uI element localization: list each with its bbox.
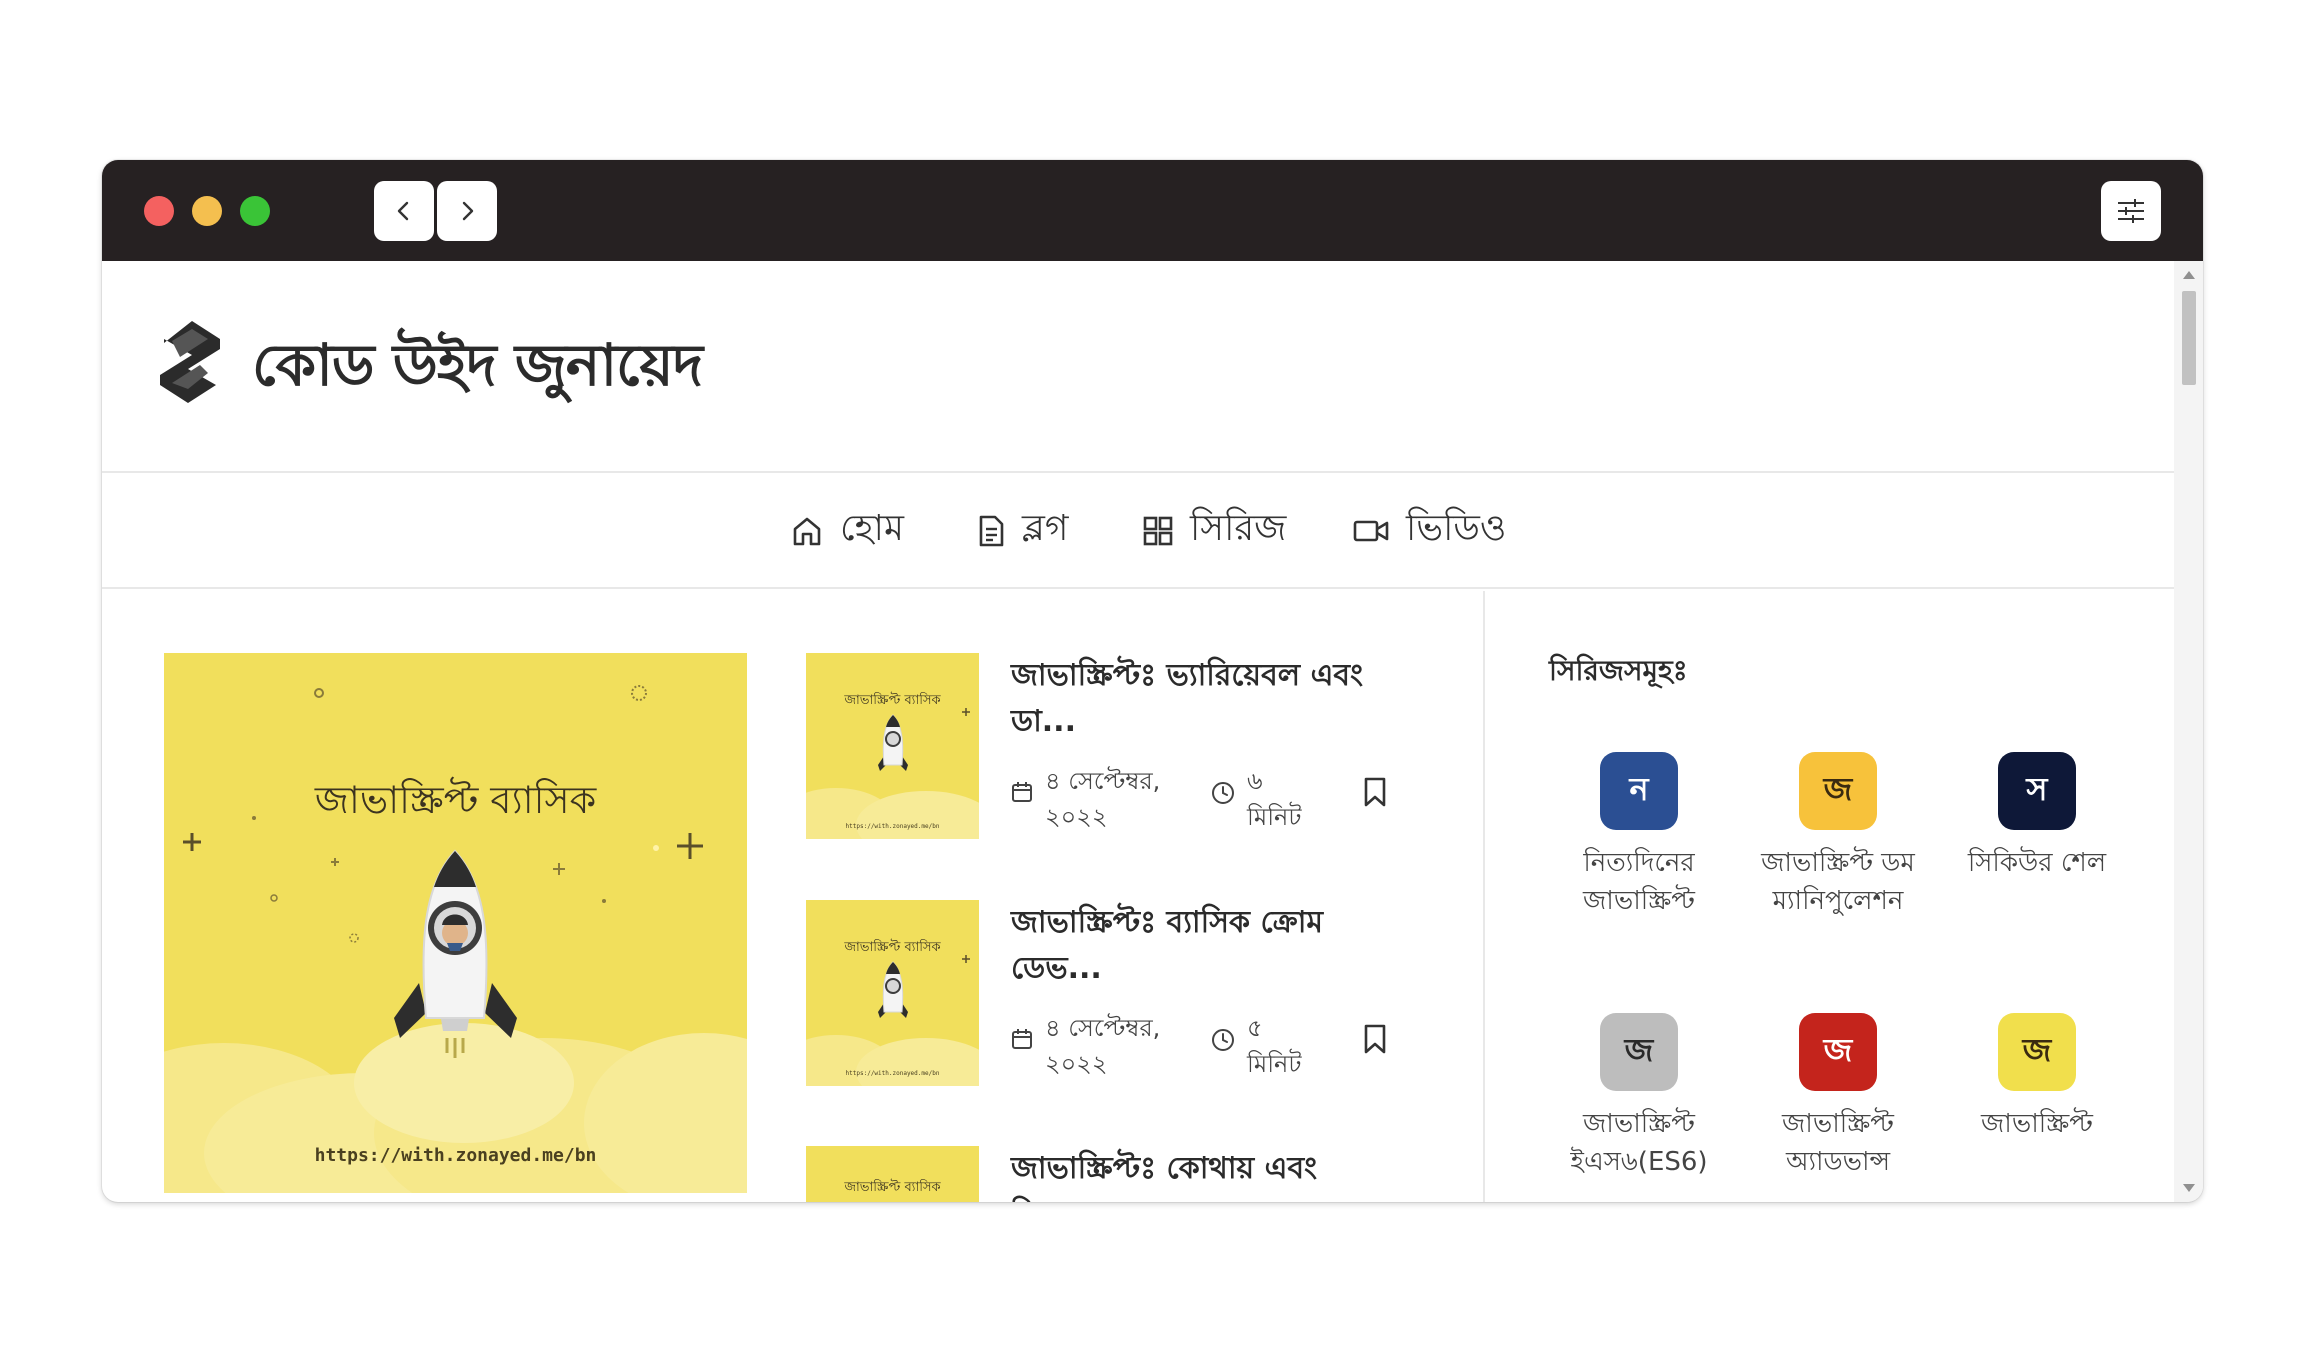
post-title[interactable]: জাভাস্ক্রিপ্টঃ কোথায় এবং কিভাবে: [1011, 1146, 1411, 1202]
thumbnail-label: জাভাস্ক্রিপ্ট ব্যাসিক: [844, 1180, 941, 1195]
sliders-icon: [2118, 199, 2144, 223]
post-thumbnail[interactable]: জাভাস্ক্রিপ্ট ব্যাসিক https://with.zonay…: [806, 653, 979, 839]
series-label: নিত্যদিনের জাভাস্ক্রিপ্ট: [1583, 848, 1695, 916]
scroll-thumb[interactable]: [2182, 291, 2196, 385]
settings-button[interactable]: [2101, 181, 2161, 241]
rocket-thumbnail-icon: [806, 708, 979, 839]
scroll-up-arrow-icon[interactable]: [2183, 271, 2195, 279]
post-meta: ৪ সেপ্টেম্বর, ২০২২ ৬ মিনিট: [1011, 763, 1411, 833]
post-thumbnail[interactable]: জাভাস্ক্রিপ্ট ব্যাসিক: [806, 1146, 979, 1202]
rocket-illustration: [164, 685, 747, 1193]
series-item[interactable]: ন নিত্যদিনের জাভাস্ক্রিপ্ট: [1539, 752, 1739, 920]
browser-window: কোড উইদ জুনায়েদ হোম ব্লগ সিরিজ ভিডিও জা…: [102, 160, 2203, 1202]
rocket-thumbnail-icon: [806, 955, 979, 1086]
post-item[interactable]: জাভাস্ক্রিপ্ট ব্যাসিক জাভাস্ক্রিপ্টঃ কোথ…: [806, 1146, 1426, 1202]
minimize-window-button[interactable]: [192, 196, 222, 226]
sidebar-title: সিরিজসমূহঃ: [1549, 654, 1688, 687]
grid-icon: [1143, 516, 1173, 546]
title-bar: [102, 160, 2203, 261]
post-title[interactable]: জাভাস্ক্রিপ্টঃ ব্যাসিক ক্রোম ডেভ...: [1011, 900, 1411, 992]
series-badge: ন: [1600, 752, 1678, 830]
site-title[interactable]: কোড উইদ জুনায়েদ: [252, 321, 703, 418]
series-label: জাভাস্ক্রিপ্ট ডম ম্যানিপুলেশন: [1761, 848, 1915, 916]
nav-item-video[interactable]: ভিডিও: [1352, 503, 1506, 559]
series-label: জাভাস্ক্রিপ্ট অ্যাডভান্স: [1782, 1109, 1894, 1177]
post-thumbnail[interactable]: জাভাস্ক্রিপ্ট ব্যাসিক https://with.zonay…: [806, 900, 979, 1086]
series-sidebar: সিরিজসমূহঃ ন নিত্যদিনের জাভাস্ক্রিপ্ট জ …: [1487, 591, 2174, 1202]
thumbnail-url: https://with.zonayed.me/bn: [845, 1070, 940, 1077]
scroll-down-arrow-icon[interactable]: [2183, 1184, 2195, 1192]
post-read-time-text: ৫ মিনিট: [1247, 1014, 1302, 1078]
clock-icon: [1212, 782, 1234, 804]
thumbnail-label: জাভাস্ক্রিপ্ট ব্যাসিক: [844, 693, 941, 708]
series-label: জাভাস্ক্রিপ্ট ইএস৬(ES6): [1570, 1109, 1708, 1177]
post-date-text: ৪ সেপ্টেম্বর, ২০২২: [1045, 1014, 1161, 1078]
series-label: সিকিউর শেল: [1967, 848, 2107, 878]
thumbnail-label: জাভাস্ক্রিপ্ট ব্যাসিক: [844, 940, 941, 955]
post-title[interactable]: জাভাস্ক্রিপ্টঃ ভ্যারিয়েবল এবং ডা...: [1011, 653, 1411, 745]
series-badge: স: [1998, 752, 2076, 830]
post-read-time: ৬ মিনিট: [1211, 763, 1317, 835]
nav-item-home[interactable]: হোম: [790, 503, 904, 559]
nav-item-label: সিরিজ: [1190, 508, 1287, 549]
calendar-icon: [1012, 782, 1032, 802]
featured-post-url: https://with.zonayed.me/bn: [314, 1145, 597, 1166]
video-icon: [1353, 520, 1389, 542]
bookmark-icon[interactable]: [1363, 777, 1387, 807]
maximize-window-button[interactable]: [240, 196, 270, 226]
series-label: জাভাস্ক্রিপ্ট: [1981, 1109, 2093, 1139]
nav-item-blog[interactable]: ব্লগ: [976, 503, 1069, 559]
post-item[interactable]: জাভাস্ক্রিপ্ট ব্যাসিক https://with.zonay…: [806, 653, 1426, 843]
posts-section: জাভাস্ক্রিপ্ট ব্যাসিক https://with.zonay…: [102, 591, 1485, 1202]
featured-post-image[interactable]: জাভাস্ক্রিপ্ট ব্যাসিক https://with.zonay…: [164, 653, 747, 1193]
vertical-scrollbar[interactable]: [2174, 261, 2203, 1202]
nav-item-label: হোম: [840, 508, 904, 549]
post-read-time: ৫ মিনিট: [1211, 1010, 1317, 1082]
back-button[interactable]: [374, 181, 434, 241]
main-navigation: হোম ব্লগ সিরিজ ভিডিও: [102, 473, 2174, 589]
page-content: কোড উইদ জুনায়েদ হোম ব্লগ সিরিজ ভিডিও জা…: [102, 261, 2174, 1202]
chevron-left-icon: [397, 201, 409, 221]
series-item[interactable]: জ জাভাস্ক্রিপ্ট ইএস৬(ES6): [1539, 1013, 1739, 1181]
post-item[interactable]: জাভাস্ক্রিপ্ট ব্যাসিক https://with.zonay…: [806, 900, 1426, 1090]
calendar-icon: [1012, 1029, 1032, 1049]
post-date-text: ৪ সেপ্টেম্বর, ২০২২: [1045, 767, 1161, 831]
series-badge: জ: [1998, 1013, 2076, 1091]
series-item[interactable]: জ জাভাস্ক্রিপ্ট ডম ম্যানিপুলেশন: [1738, 752, 1938, 920]
post-date: ৪ সেপ্টেম্বর, ২০২২: [1011, 763, 1165, 835]
series-badge: জ: [1600, 1013, 1678, 1091]
site-logo-icon[interactable]: [158, 317, 224, 405]
series-item[interactable]: জ জাভাস্ক্রিপ্ট: [1937, 1013, 2137, 1143]
document-icon: [979, 515, 1004, 547]
series-badge: জ: [1799, 752, 1877, 830]
nav-item-series[interactable]: সিরিজ: [1142, 503, 1286, 559]
series-item[interactable]: স সিকিউর শেল: [1937, 752, 2137, 882]
chevron-right-icon: [462, 201, 474, 221]
post-read-time-text: ৬ মিনিট: [1247, 767, 1302, 831]
nav-item-label: ভিডিও: [1406, 508, 1507, 549]
nav-item-label: ব্লগ: [1022, 508, 1069, 549]
featured-post-title: জাভাস্ক্রিপ্ট ব্যাসিক: [314, 778, 597, 822]
clock-icon: [1212, 1029, 1234, 1051]
close-window-button[interactable]: [144, 196, 174, 226]
home-icon: [793, 517, 821, 546]
site-header: কোড উইদ জুনায়েদ: [102, 261, 2174, 473]
bookmark-icon[interactable]: [1363, 1024, 1387, 1054]
series-item[interactable]: জ জাভাস্ক্রিপ্ট অ্যাডভান্স: [1738, 1013, 1938, 1181]
post-meta: ৪ সেপ্টেম্বর, ২০২২ ৫ মিনিট: [1011, 1010, 1411, 1080]
series-badge: জ: [1799, 1013, 1877, 1091]
thumbnail-url: https://with.zonayed.me/bn: [845, 823, 940, 830]
page-viewport: কোড উইদ জুনায়েদ হোম ব্লগ সিরিজ ভিডিও জা…: [102, 261, 2203, 1202]
forward-button[interactable]: [437, 181, 497, 241]
post-date: ৪ সেপ্টেম্বর, ২০২২: [1011, 1010, 1165, 1082]
